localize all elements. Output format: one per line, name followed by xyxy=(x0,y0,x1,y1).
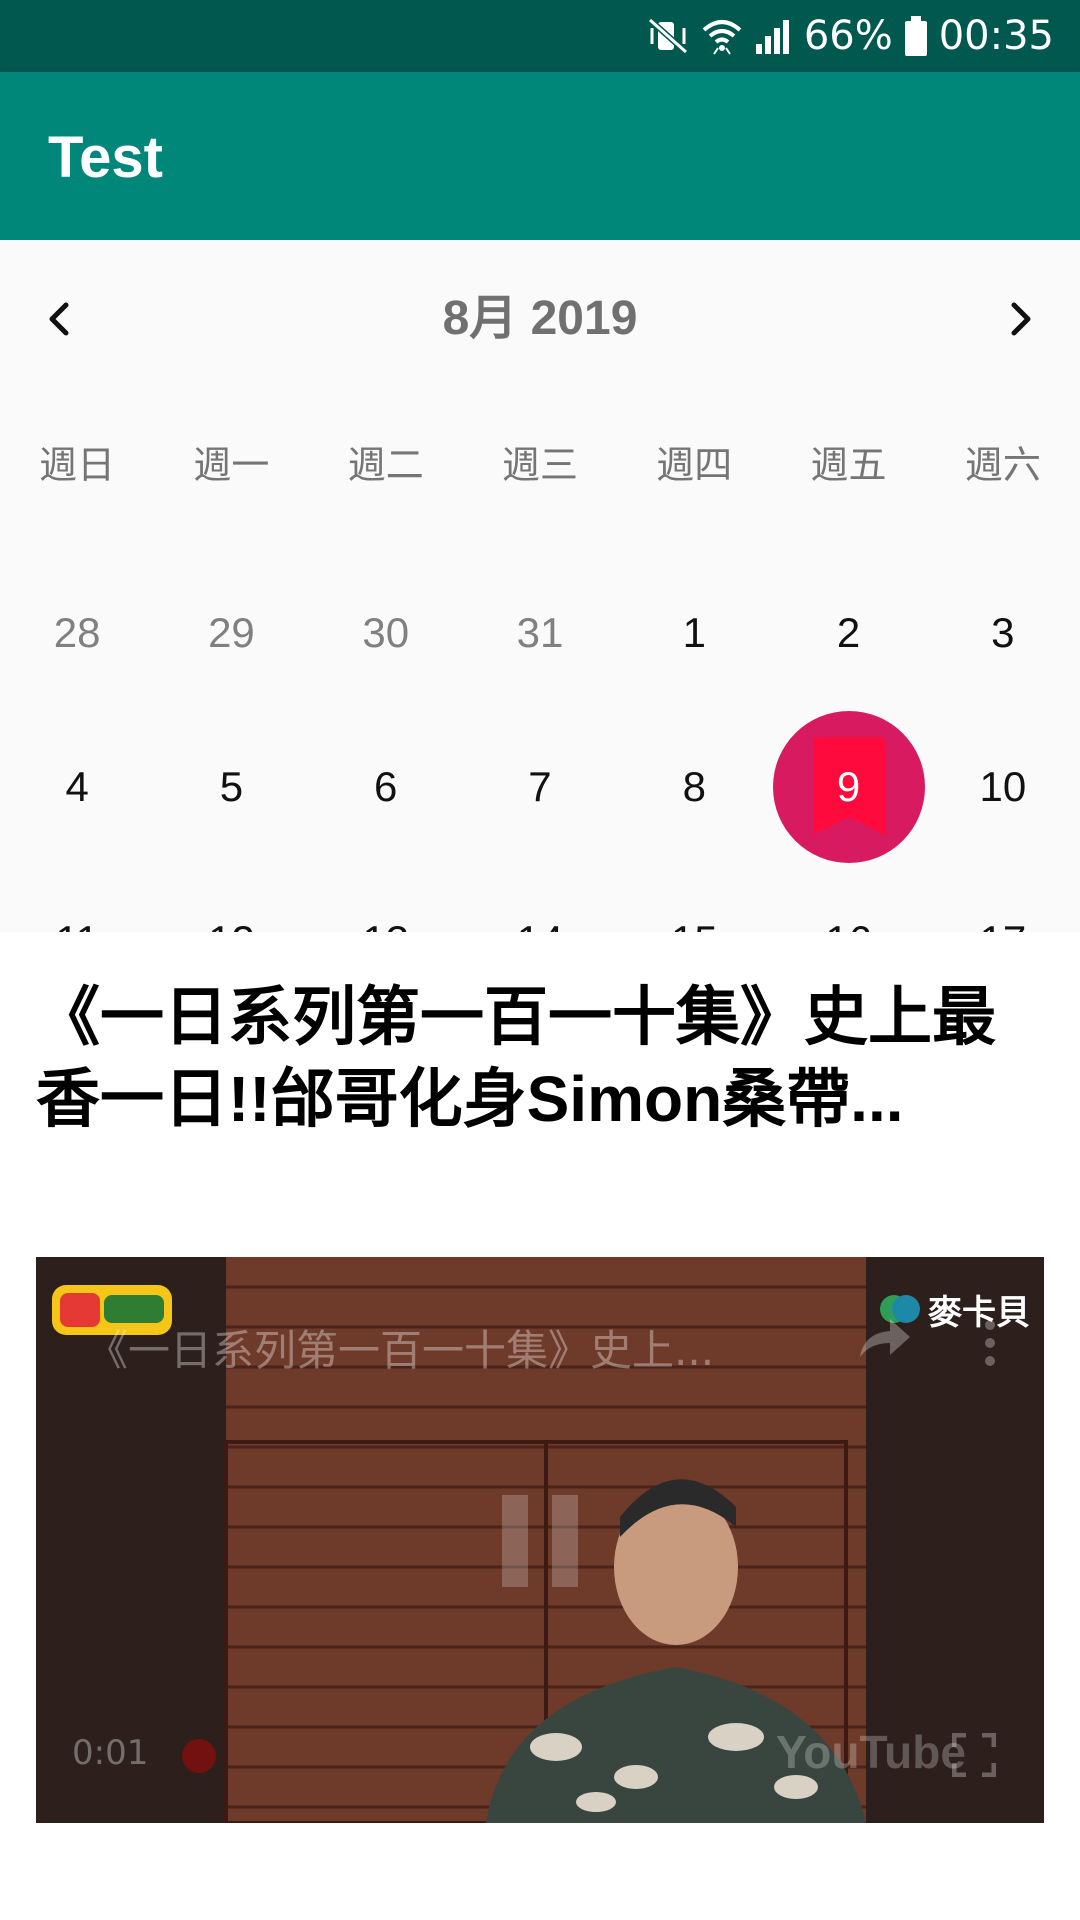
weekday-label: 週三 xyxy=(501,443,578,487)
fullscreen-icon[interactable] xyxy=(952,1733,996,1777)
week-row: 28 29 30 31 1 2 3 xyxy=(0,556,1080,710)
day-number: 15 xyxy=(671,917,718,932)
day-grid: 28 29 30 31 1 2 3 4 5 6 7 8 9 10 11 12 xyxy=(0,556,1080,932)
day-number: 9 xyxy=(836,763,861,810)
day-number: 30 xyxy=(362,609,410,656)
wifi-icon xyxy=(700,14,744,58)
clock: 00:35 xyxy=(938,13,1054,59)
month-header: 8月 2019 xyxy=(0,280,1080,358)
weekday-label: 週日 xyxy=(39,443,116,487)
day-number: 13 xyxy=(362,917,409,932)
day-number: 17 xyxy=(979,917,1026,932)
day-number: 5 xyxy=(219,763,244,810)
calendar-day[interactable]: 11 xyxy=(0,864,154,932)
calendar-day[interactable]: 1 xyxy=(617,556,771,710)
weekday-label: 週四 xyxy=(656,443,733,487)
status-icons: 66% 00:35 xyxy=(646,0,1054,72)
calendar-day[interactable]: 12 xyxy=(154,864,308,932)
weekday-label: 週五 xyxy=(810,443,887,487)
calendar-day[interactable]: 30 xyxy=(309,556,463,710)
calendar-day[interactable]: 29 xyxy=(154,556,308,710)
week-row: 4 5 6 7 8 9 10 xyxy=(0,710,1080,864)
day-number: 2 xyxy=(836,609,861,656)
calendar-day[interactable]: 3 xyxy=(926,556,1080,710)
app-title: Test xyxy=(48,125,163,190)
status-bar: 66% 00:35 xyxy=(0,0,1080,72)
weekday-label: 週二 xyxy=(347,443,424,487)
weekday-label: 週六 xyxy=(964,443,1041,487)
more-options-icon[interactable] xyxy=(982,1317,998,1369)
progress-scrubber[interactable] xyxy=(182,1739,216,1773)
day-number: 7 xyxy=(528,763,552,810)
calendar-day[interactable]: 14 xyxy=(463,864,617,932)
weekday-label: 週一 xyxy=(193,443,270,487)
mute-vibrate-icon xyxy=(646,14,690,58)
article-title: 《一日系列第一百一十集》史上最香一日!!邰哥化身Simon桑帶... xyxy=(36,981,996,1135)
calendar-day[interactable]: 15 xyxy=(617,864,771,932)
calendar-day[interactable]: 6 xyxy=(309,710,463,864)
calendar-day[interactable]: 8 xyxy=(617,710,771,864)
chevron-right-icon xyxy=(1011,302,1031,336)
calendar-day[interactable]: 7 xyxy=(463,710,617,864)
calendar-day[interactable]: 2 xyxy=(771,556,925,710)
video-player[interactable]: 麥卡貝 《一日系列第一百一十集》史上... 0:01 YouTube xyxy=(36,1257,1044,1823)
day-number: 28 xyxy=(53,609,101,656)
weekday-header: 週日 週一 週二 週三 週四 週五 週六 xyxy=(0,430,1080,500)
day-number: 11 xyxy=(55,917,99,932)
day-number: 12 xyxy=(208,917,255,932)
next-month-button[interactable] xyxy=(990,289,1050,349)
channel-watermark-label: 麥卡貝 xyxy=(928,1292,1030,1333)
day-number: 6 xyxy=(374,763,398,810)
video-current-time: 0:01 xyxy=(72,1733,149,1773)
calendar-day-selected[interactable]: 9 xyxy=(771,710,925,864)
calendar-day[interactable]: 4 xyxy=(0,710,154,864)
calendar-day[interactable]: 17 xyxy=(926,864,1080,932)
day-number: 1 xyxy=(682,609,706,656)
pause-icon[interactable] xyxy=(498,1491,582,1591)
day-number: 31 xyxy=(516,609,564,656)
calendar-day[interactable]: 13 xyxy=(309,864,463,932)
video-overlay-title[interactable]: 《一日系列第一百一十集》史上... xyxy=(86,1317,714,1378)
day-number: 3 xyxy=(991,609,1015,656)
signal-icon xyxy=(754,16,794,56)
calendar-day[interactable]: 28 xyxy=(0,556,154,710)
day-number: 8 xyxy=(682,763,706,810)
calendar-day[interactable]: 5 xyxy=(154,710,308,864)
battery-percent: 66% xyxy=(803,13,893,59)
day-number: 16 xyxy=(825,917,872,932)
day-number: 4 xyxy=(65,763,89,810)
share-icon[interactable] xyxy=(856,1313,914,1361)
calendar: 8月 2019 週日 週一 週二 週三 週四 週五 週六 28 29 30 31… xyxy=(0,240,1080,932)
youtube-logo[interactable]: YouTube xyxy=(776,1725,966,1779)
month-title: 8月 2019 xyxy=(442,292,638,345)
calendar-day[interactable]: 10 xyxy=(926,710,1080,864)
week-row: 11 12 13 14 15 16 17 xyxy=(0,864,1080,932)
day-number: 29 xyxy=(208,609,255,656)
calendar-day[interactable]: 31 xyxy=(463,556,617,710)
app-bar: Test xyxy=(0,72,1080,240)
battery-icon xyxy=(903,14,929,58)
article: 《一日系列第一百一十集》史上最香一日!!邰哥化身Simon桑帶... 麥卡貝 《… xyxy=(0,932,1080,1920)
day-number: 14 xyxy=(517,917,564,932)
day-number: 10 xyxy=(979,763,1027,810)
calendar-day[interactable]: 16 xyxy=(771,864,925,932)
